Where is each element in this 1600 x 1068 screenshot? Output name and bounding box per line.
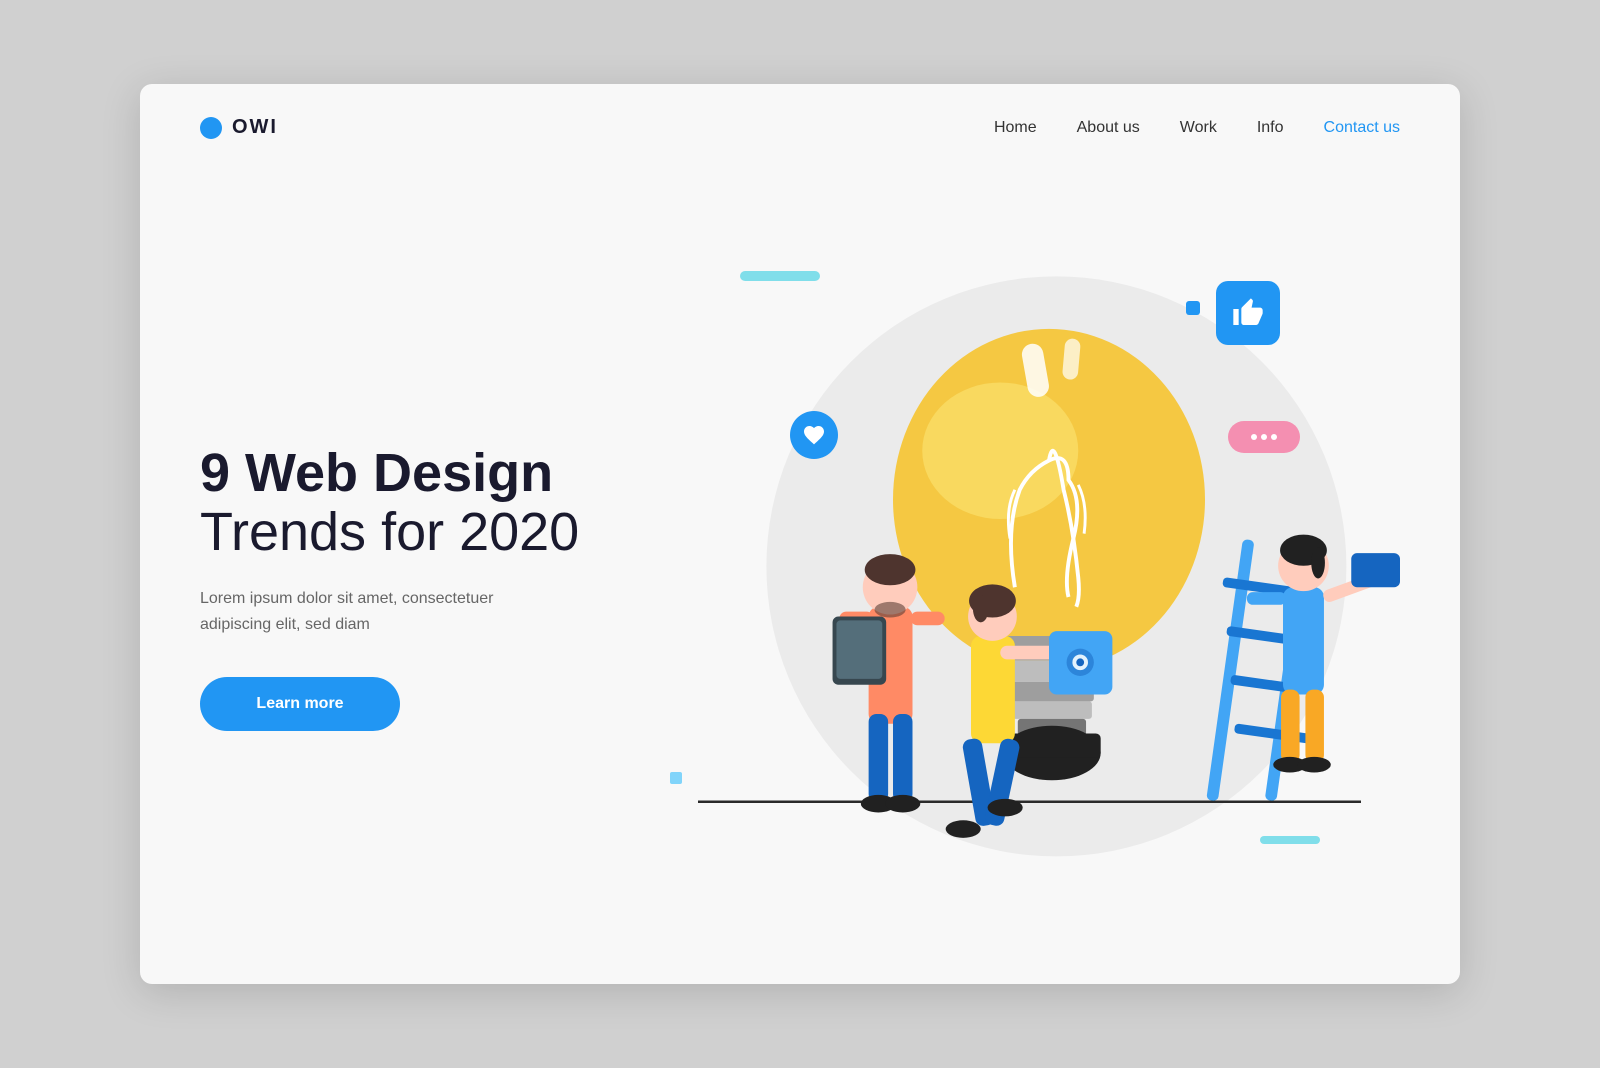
main-content: 9 Web Design Trends for 2020 Lorem ipsum… [140,171,1460,984]
nav-contact[interactable]: Contact us [1324,119,1400,137]
hero-illustration [620,171,1400,984]
logo: OWI [200,116,278,139]
logo-dot [200,117,222,139]
main-nav: Home About us Work Info Contact us [994,119,1400,137]
headline-line2: Trends for 2020 [200,503,620,562]
header: OWI Home About us Work Info Contact us [140,84,1460,171]
hero-headline: 9 Web Design Trends for 2020 [200,444,620,563]
nav-info[interactable]: Info [1257,119,1284,137]
hero-left: 9 Web Design Trends for 2020 Lorem ipsum… [200,171,620,984]
hero-subtitle: Lorem ipsum dolor sit amet, consectetuer… [200,586,520,637]
headline-line1: 9 Web Design [200,444,620,503]
logo-text: OWI [232,116,278,139]
main-svg [620,171,1400,984]
page-wrapper: OWI Home About us Work Info Contact us 9… [140,84,1460,984]
nav-about[interactable]: About us [1077,119,1140,137]
nav-work[interactable]: Work [1180,119,1217,137]
nav-home[interactable]: Home [994,119,1037,137]
learn-more-button[interactable]: Learn more [200,677,400,731]
